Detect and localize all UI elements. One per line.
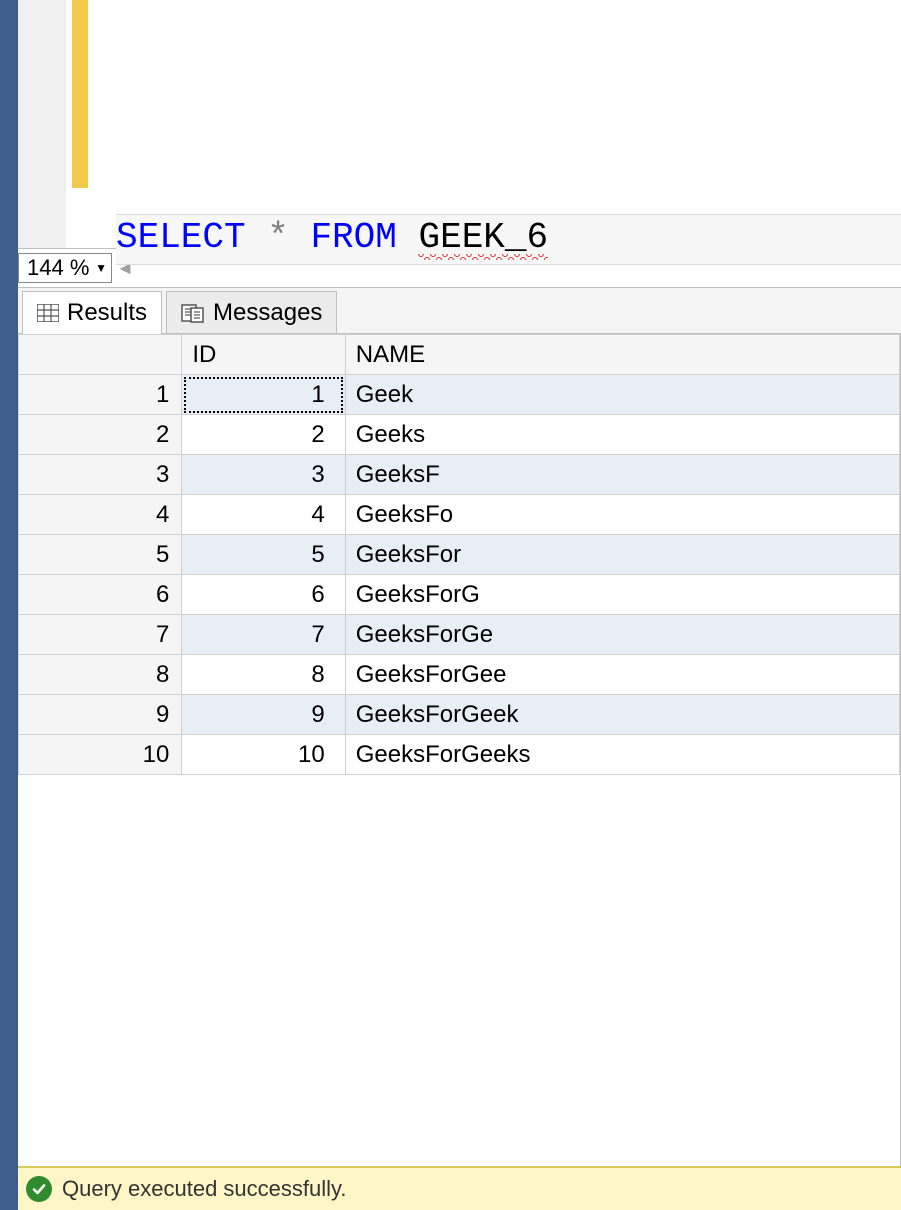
- chevron-down-icon: ▼: [95, 261, 107, 275]
- zoom-dropdown[interactable]: 144 % ▼: [18, 253, 112, 283]
- row-number[interactable]: 8: [19, 655, 182, 695]
- sql-keyword-from: FROM: [310, 217, 396, 258]
- cell-name[interactable]: GeeksForGeek: [345, 695, 899, 735]
- window-left-border: [0, 0, 18, 1210]
- table-row[interactable]: 22Geeks: [19, 415, 900, 455]
- cell-id[interactable]: 4: [182, 495, 345, 535]
- row-number[interactable]: 6: [19, 575, 182, 615]
- table-row[interactable]: 44GeeksFo: [19, 495, 900, 535]
- sql-table-text: GEEK_6: [418, 217, 548, 258]
- results-table[interactable]: ID NAME 11Geek22Geeks33GeeksF44GeeksFo55…: [18, 334, 900, 775]
- cell-name[interactable]: GeeksForGe: [345, 615, 899, 655]
- cell-name[interactable]: GeeksForGee: [345, 655, 899, 695]
- main-column: SELECT * FROM GEEK_6 144 % ▼ ◄: [18, 0, 901, 1210]
- cell-name[interactable]: Geeks: [345, 415, 899, 455]
- cell-name[interactable]: Geek: [345, 375, 899, 415]
- row-number[interactable]: 3: [19, 455, 182, 495]
- row-number[interactable]: 9: [19, 695, 182, 735]
- row-number[interactable]: 4: [19, 495, 182, 535]
- sql-editor[interactable]: SELECT * FROM GEEK_6: [18, 0, 901, 248]
- tab-results[interactable]: Results: [22, 291, 162, 333]
- cell-id[interactable]: 10: [182, 735, 345, 775]
- table-row[interactable]: 88GeeksForGee: [19, 655, 900, 695]
- cell-name[interactable]: GeeksForG: [345, 575, 899, 615]
- tab-messages-label: Messages: [213, 299, 322, 327]
- row-number[interactable]: 2: [19, 415, 182, 455]
- tab-results-label: Results: [67, 299, 147, 327]
- success-check-icon: [26, 1176, 52, 1202]
- results-pane: ID NAME 11Geek22Geeks33GeeksF44GeeksFo55…: [18, 334, 901, 1166]
- table-row[interactable]: 11Geek: [19, 375, 900, 415]
- sql-table-name: GEEK_6: [418, 217, 548, 258]
- cell-name[interactable]: GeeksF: [345, 455, 899, 495]
- table-row[interactable]: 55GeeksFor: [19, 535, 900, 575]
- cell-id[interactable]: 6: [182, 575, 345, 615]
- editor-code-area[interactable]: SELECT * FROM GEEK_6: [66, 0, 901, 248]
- cell-id[interactable]: 9: [182, 695, 345, 735]
- table-row[interactable]: 77GeeksForGe: [19, 615, 900, 655]
- cell-id[interactable]: 3: [182, 455, 345, 495]
- query-status-bar: Query executed successfully.: [18, 1166, 901, 1210]
- table-row[interactable]: 33GeeksF: [19, 455, 900, 495]
- cell-id[interactable]: 1: [182, 375, 345, 415]
- app-root: SELECT * FROM GEEK_6 144 % ▼ ◄: [0, 0, 901, 1210]
- cell-id[interactable]: 8: [182, 655, 345, 695]
- row-number[interactable]: 10: [19, 735, 182, 775]
- cell-id[interactable]: 7: [182, 615, 345, 655]
- editor-gutter: [18, 0, 66, 248]
- cell-id[interactable]: 2: [182, 415, 345, 455]
- messages-icon: [181, 303, 205, 323]
- zoom-value: 144 %: [27, 255, 89, 281]
- table-row[interactable]: 1010GeeksForGeeks: [19, 735, 900, 775]
- cell-name[interactable]: GeeksForGeeks: [345, 735, 899, 775]
- row-number[interactable]: 1: [19, 375, 182, 415]
- table-row[interactable]: 99GeeksForGeek: [19, 695, 900, 735]
- sql-keyword-select: SELECT: [116, 217, 246, 258]
- error-squiggle: [418, 254, 548, 260]
- sql-query-line[interactable]: SELECT * FROM GEEK_6: [116, 214, 901, 265]
- cell-name[interactable]: GeeksFor: [345, 535, 899, 575]
- row-number[interactable]: 5: [19, 535, 182, 575]
- tab-messages[interactable]: Messages: [166, 291, 337, 333]
- cell-name[interactable]: GeeksFo: [345, 495, 899, 535]
- results-grid-icon: [37, 304, 59, 322]
- status-message: Query executed successfully.: [62, 1176, 347, 1202]
- row-number[interactable]: 7: [19, 615, 182, 655]
- table-row[interactable]: 66GeeksForG: [19, 575, 900, 615]
- sql-star: *: [267, 217, 289, 258]
- cell-id[interactable]: 5: [182, 535, 345, 575]
